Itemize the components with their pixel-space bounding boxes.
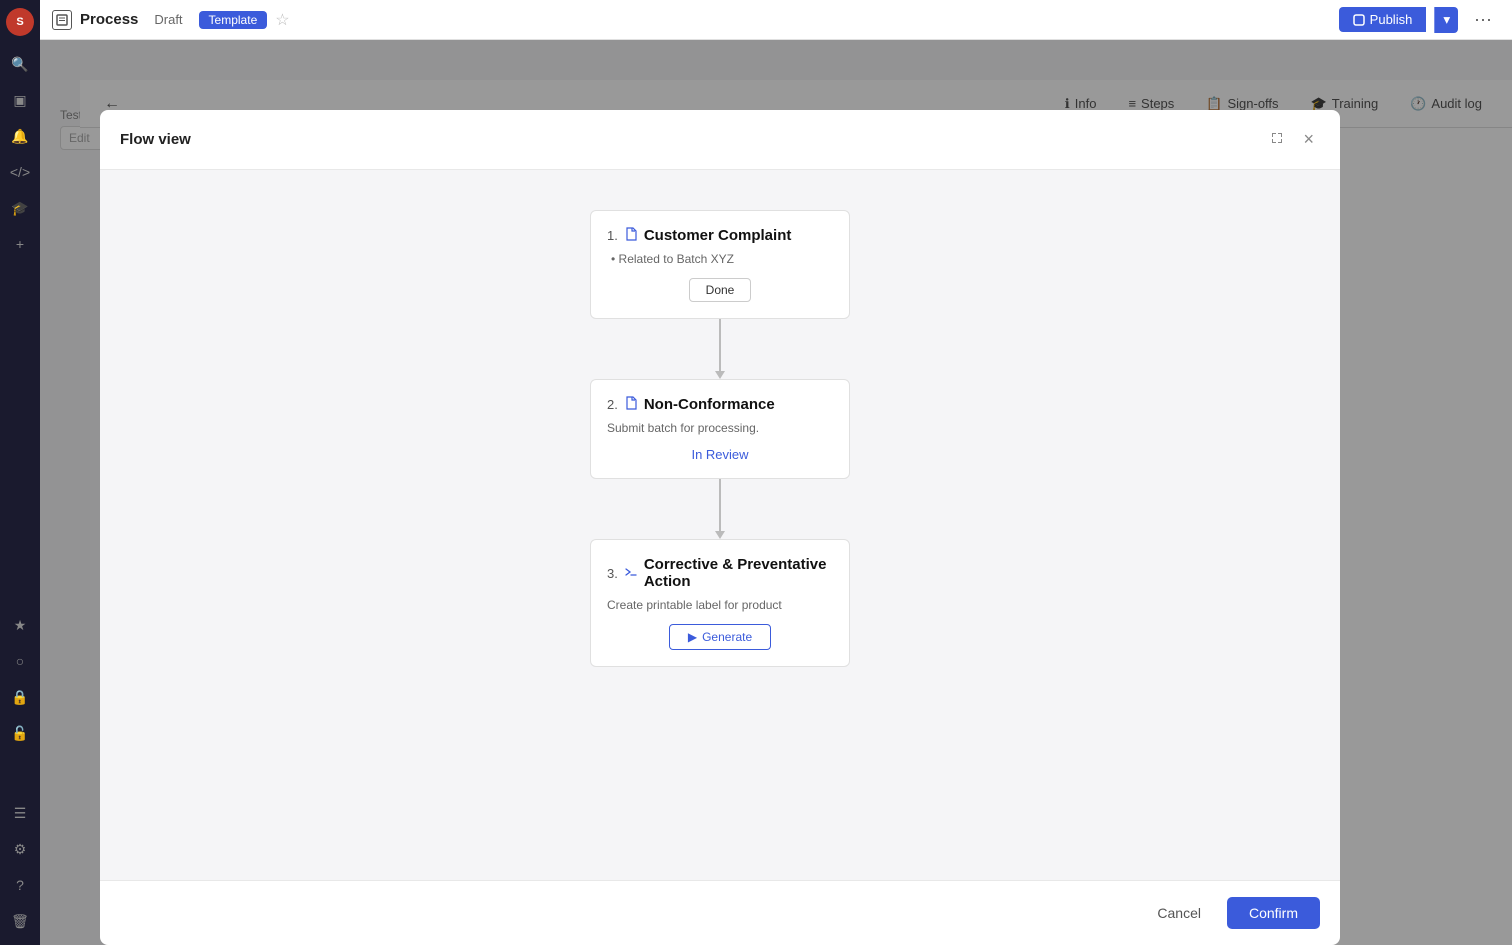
step-1-icon xyxy=(624,227,638,244)
topbar-process-title: Process xyxy=(80,11,138,28)
generate-label: Generate xyxy=(702,630,752,644)
step-card-2: 2. Non-Conformance Submit batch for proc… xyxy=(590,379,850,479)
process-icon xyxy=(52,10,72,30)
modal-body: 1. Customer Complaint Related to Batch X… xyxy=(100,170,1340,880)
step-3-desc: Create printable label for product xyxy=(607,598,833,612)
sidebar-icon-list[interactable]: ☰ xyxy=(4,797,36,829)
main-area: ← ℹ Info ≡ Steps 📋 Sign-offs 🎓 Training … xyxy=(40,40,1512,945)
publish-label: Publish xyxy=(1370,12,1413,27)
sidebar-icon-graduation[interactable]: 🎓 xyxy=(4,192,36,224)
modal-title: Flow view xyxy=(120,131,191,148)
topbar-draft-label: Draft xyxy=(146,10,190,29)
sidebar-icon-lock[interactable]: 🔒 xyxy=(4,681,36,713)
flow-view-modal: Flow view × 1. xyxy=(100,110,1340,945)
step-1-header: 1. Customer Complaint xyxy=(607,227,833,244)
sidebar-icon-code[interactable]: </> xyxy=(4,156,36,188)
step-2-inreview-button[interactable]: In Review xyxy=(691,447,748,462)
step-card-3: 3. Corrective & Preventative Action Crea… xyxy=(590,539,850,667)
step-2-number: 2. xyxy=(607,397,618,412)
close-button[interactable]: × xyxy=(1297,127,1320,152)
cancel-button[interactable]: Cancel xyxy=(1141,897,1217,929)
more-options-button[interactable]: ··· xyxy=(1466,5,1500,34)
sidebar-icon-plus[interactable]: + xyxy=(4,228,36,260)
sidebar-icon-globe[interactable]: ○ xyxy=(4,645,36,677)
app-logo[interactable]: S xyxy=(6,8,34,36)
topbar: Process Draft Template ☆ Publish ▾ ··· xyxy=(40,0,1512,40)
publish-button[interactable]: Publish xyxy=(1339,7,1427,32)
step-3-number: 3. xyxy=(607,566,618,581)
step-1-done-button[interactable]: Done xyxy=(689,278,752,302)
sidebar-icon-lock2[interactable]: 🔓 xyxy=(4,717,36,749)
publish-dropdown-arrow[interactable]: ▾ xyxy=(1434,7,1458,33)
modal-overlay: Flow view × 1. xyxy=(40,40,1512,945)
step-1-number: 1. xyxy=(607,228,618,243)
step-card-1: 1. Customer Complaint Related to Batch X… xyxy=(590,210,850,319)
step-3-header: 3. Corrective & Preventative Action xyxy=(607,556,833,590)
sidebar: S 🔍 ▣ 🔔 </> 🎓 + ★ ○ 🔒 🔓 ☰ ⚙ ? 🗑 xyxy=(0,0,40,945)
step-1-subtitle: Related to Batch XYZ xyxy=(607,252,833,266)
step-2-desc: Submit batch for processing. xyxy=(607,421,833,435)
topbar-star-icon[interactable]: ☆ xyxy=(275,10,289,30)
step-2-icon xyxy=(624,396,638,413)
sidebar-icon-gear[interactable]: ⚙ xyxy=(4,833,36,865)
generate-play-icon: ▶ xyxy=(688,630,697,644)
sidebar-icon-search[interactable]: 🔍 xyxy=(4,48,36,80)
arrow-head-2 xyxy=(715,531,725,539)
arrow-head-1 xyxy=(715,371,725,379)
flow-container: 1. Customer Complaint Related to Batch X… xyxy=(520,210,920,667)
flow-arrow-1 xyxy=(715,319,725,379)
arrow-line-2 xyxy=(719,479,721,531)
step-2-title: Non-Conformance xyxy=(644,396,775,413)
modal-header: Flow view × xyxy=(100,110,1340,170)
sidebar-icon-question[interactable]: ? xyxy=(4,869,36,901)
expand-icon[interactable] xyxy=(1265,126,1289,153)
sidebar-icon-star[interactable]: ★ xyxy=(4,609,36,641)
step-1-title: Customer Complaint xyxy=(644,227,792,244)
sidebar-icon-bell[interactable]: 🔔 xyxy=(4,120,36,152)
flow-arrow-2 xyxy=(715,479,725,539)
sidebar-icon-inbox[interactable]: ▣ xyxy=(4,84,36,116)
step-2-header: 2. Non-Conformance xyxy=(607,396,833,413)
arrow-line-1 xyxy=(719,319,721,371)
step-3-icon xyxy=(624,565,638,582)
confirm-button[interactable]: Confirm xyxy=(1227,897,1320,929)
step-3-title: Corrective & Preventative Action xyxy=(644,556,833,590)
topbar-template-badge[interactable]: Template xyxy=(199,11,268,29)
modal-footer: Cancel Confirm xyxy=(100,880,1340,945)
sidebar-icon-trash[interactable]: 🗑 xyxy=(4,905,36,937)
step-3-generate-button[interactable]: ▶ Generate xyxy=(669,624,771,650)
